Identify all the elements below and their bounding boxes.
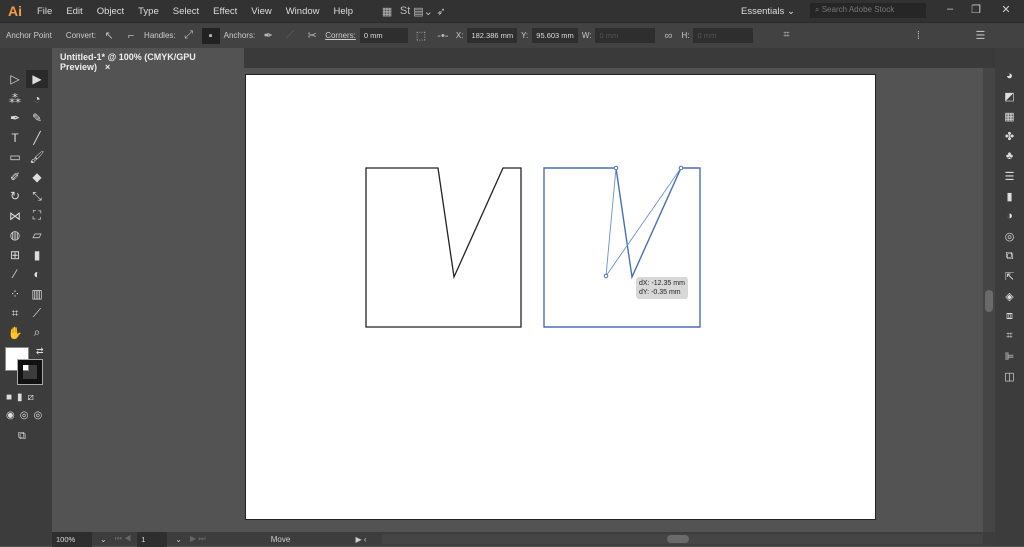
tooltip-dy: dY: -0.35 mm [639, 289, 681, 296]
transform-panel-icon[interactable]: ⌗ [995, 326, 1024, 346]
stroke-icon[interactable]: ☰ [995, 166, 1024, 186]
color-guide-icon[interactable]: ◩ [995, 86, 1024, 106]
artboard-dropdown-icon[interactable]: ⌄ [175, 535, 182, 544]
anchor-point [613, 165, 619, 171]
align-panel-icon[interactable]: ⊫ [995, 346, 1024, 366]
right-shape-path [543, 167, 701, 328]
artboards-icon[interactable]: ⧈ [995, 306, 1024, 326]
appearance-icon[interactable]: ◎ [995, 226, 1024, 246]
vertical-scrollbar[interactable] [983, 68, 995, 532]
zoom-dropdown-icon[interactable]: ⌄ [100, 535, 107, 544]
anchor-point-dragged [603, 273, 609, 279]
horizontal-scrollbar[interactable] [382, 534, 983, 544]
left-shape-path [365, 167, 522, 328]
next-artboard-icon[interactable]: ▶ ⏭ [190, 534, 206, 544]
scroll-thumb[interactable] [985, 290, 993, 312]
brushes-icon[interactable]: ✤ [995, 126, 1024, 146]
symbols-icon[interactable]: ♣ [995, 146, 1024, 166]
drag-preview-path [605, 167, 682, 278]
export-icon[interactable]: ⇱ [995, 266, 1024, 286]
zoom-field[interactable]: 100% [52, 531, 92, 547]
h-scroll-thumb[interactable] [667, 535, 689, 543]
pathfinder-icon[interactable]: ◫ [995, 366, 1024, 386]
gradient-icon[interactable]: ▮ [995, 186, 1024, 206]
status-bar: 100% ⌄ ⏮ ◀ 1 ⌄ ▶ ⏭ Move ▶ ‹ [52, 531, 995, 547]
artwork [365, 165, 701, 328]
tooltip-dx: dX: -12.35 mm [639, 280, 685, 287]
artboard-number-field[interactable]: 1 [137, 531, 168, 547]
swatches-icon[interactable]: ▦ [995, 106, 1024, 126]
first-artboard-icon[interactable]: ⏮ ◀ [115, 534, 132, 544]
transparency-icon[interactable]: ◑ [995, 206, 1024, 226]
color-panel-icon[interactable]: ◕ [995, 66, 1024, 86]
panel-dock: ◕ ◩ ▦ ✤ ♣ ☰ ▮ ◑ ◎ ⧉ ⇱ ◈ ⧈ ⌗ ⊫ ◫ [995, 48, 1024, 546]
graphic-styles-icon[interactable]: ⧉ [995, 246, 1024, 266]
status-menu-icon[interactable]: ▶ ‹ [356, 535, 367, 544]
layers-icon[interactable]: ◈ [995, 286, 1024, 306]
move-tooltip: dX: -12.35 mm dY: -0.35 mm [636, 277, 688, 299]
anchor-point [678, 165, 684, 171]
current-tool-label[interactable]: Move [206, 535, 356, 544]
